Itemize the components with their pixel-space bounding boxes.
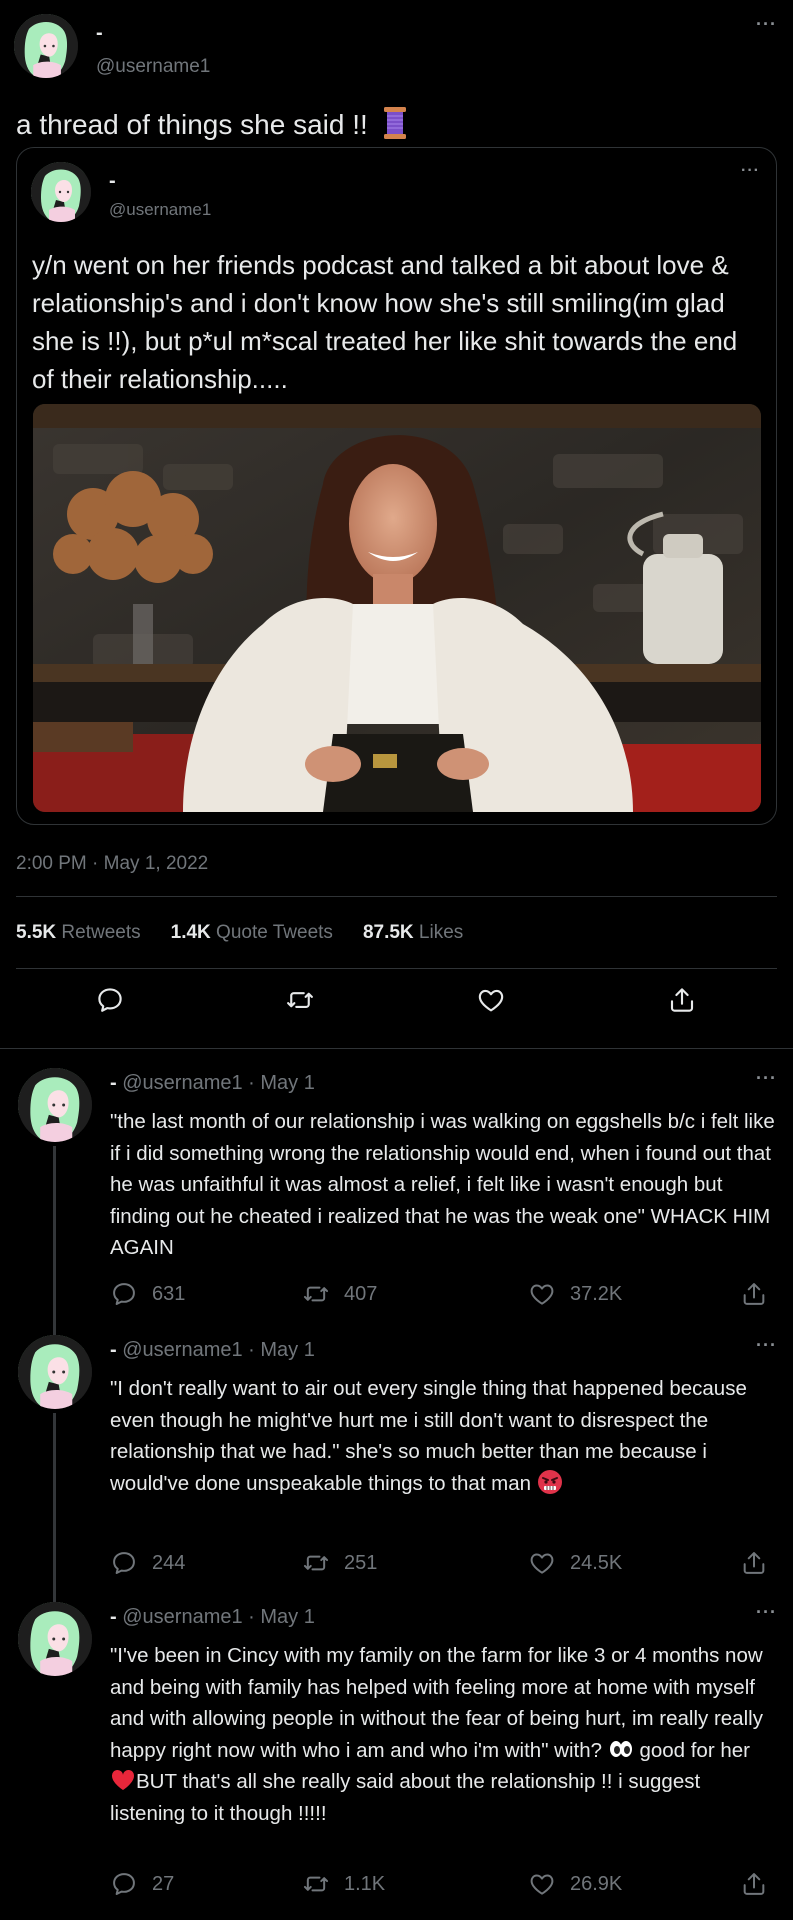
reply-count: 631 (152, 1282, 186, 1305)
spool-emoji (382, 106, 408, 140)
retweets-label: Retweets (61, 922, 141, 943)
red-heart-emoji (110, 1767, 136, 1793)
more-icon[interactable]: ··· (756, 14, 777, 35)
reply-text-content: "I don't really want to air out every si… (110, 1377, 747, 1495)
reply-icon (110, 1280, 138, 1308)
like-count: 26.9K (570, 1872, 623, 1895)
reply-button[interactable]: 27 (110, 1870, 174, 1898)
quote-photo[interactable] (33, 404, 761, 812)
reply-actions: 27 1.1K 26.9K (110, 1870, 780, 1904)
more-icon[interactable]: ··· (756, 1602, 777, 1623)
reply-button[interactable]: 244 (110, 1549, 185, 1577)
tweet-text-content: a thread of things she said !! (16, 109, 368, 140)
like-button[interactable]: 24.5K (528, 1549, 622, 1577)
reply-avatar[interactable] (18, 1335, 92, 1409)
retweet-icon (302, 1549, 330, 1577)
reply-avatar[interactable] (18, 1068, 92, 1142)
quote-author-handle[interactable]: @username1 (109, 200, 211, 220)
main-author-avatar[interactable] (14, 14, 78, 78)
share-icon (740, 1549, 768, 1577)
like-count: 37.2K (570, 1282, 623, 1305)
reply-icon[interactable] (95, 985, 125, 1015)
tweet-text: a thread of things she said !! (16, 106, 408, 141)
likes-count: 87.5K (362, 922, 414, 943)
share-button[interactable] (740, 1870, 782, 1898)
like-button[interactable]: 26.9K (528, 1870, 622, 1898)
quote-author-avatar[interactable] (31, 162, 91, 222)
thread-line (53, 1146, 56, 1344)
reply-tweet[interactable]: - @username1 · May 1 ··· "I don't really… (0, 1335, 793, 1611)
main-author-handle[interactable]: @username1 (96, 56, 210, 78)
retweet-button[interactable]: 251 (302, 1549, 377, 1577)
divider (16, 896, 777, 897)
reply-handle-date[interactable]: @username1 · May 1 (122, 1072, 315, 1094)
quotes-stat[interactable]: 1.4K Quote Tweets (171, 922, 333, 944)
retweet-button[interactable]: 407 (302, 1280, 377, 1308)
divider (0, 1048, 793, 1049)
quote-text: y/n went on her friends podcast and talk… (32, 250, 738, 394)
retweet-icon (302, 1280, 330, 1308)
like-icon (528, 1280, 556, 1308)
tweet-timestamp[interactable]: 2:00 PM · May 1, 2022 (16, 853, 208, 875)
divider (16, 968, 777, 969)
reply-author-name[interactable]: - (110, 1339, 117, 1361)
reply-header: - @username1 · May 1 (110, 1072, 315, 1095)
reply-tweet[interactable]: - @username1 · May 1 ··· "I've been in C… (0, 1602, 793, 1920)
quote-author-name[interactable]: - (109, 170, 116, 193)
tweet-stats: 5.5K Retweets 1.4K Quote Tweets 87.5K Li… (16, 922, 463, 944)
quotes-count: 1.4K (170, 922, 211, 943)
reply-actions: 244 251 24.5K (110, 1549, 780, 1583)
reply-header: - @username1 · May 1 (110, 1606, 315, 1629)
eyes-emoji (608, 1736, 634, 1762)
retweet-count: 251 (344, 1551, 378, 1574)
likes-stat[interactable]: 87.5K Likes (363, 922, 463, 944)
like-button[interactable]: 37.2K (528, 1280, 622, 1308)
retweet-button[interactable]: 1.1K (302, 1870, 385, 1898)
reply-text-part: good for her (639, 1738, 750, 1762)
share-button[interactable] (740, 1280, 782, 1308)
retweet-icon[interactable] (285, 985, 315, 1015)
reply-button[interactable]: 631 (110, 1280, 185, 1308)
reply-count: 27 (152, 1872, 175, 1895)
likes-label: Likes (418, 922, 464, 943)
reply-handle-date[interactable]: @username1 · May 1 (122, 1339, 315, 1361)
reply-text: "I don't really want to air out every si… (110, 1373, 780, 1499)
thread-line (53, 1413, 56, 1611)
quotes-label: Quote Tweets (216, 922, 333, 943)
reply-author-name[interactable]: - (110, 1072, 117, 1094)
retweet-count: 1.1K (344, 1872, 386, 1895)
reply-text: "I've been in Cincy with my family on th… (110, 1640, 780, 1829)
retweet-count: 407 (344, 1282, 378, 1305)
share-button[interactable] (740, 1549, 782, 1577)
angry-emoji (537, 1469, 563, 1495)
like-count: 24.5K (570, 1551, 623, 1574)
quoted-tweet[interactable]: - @username1 ··· y/n went on her friends… (16, 147, 777, 825)
reply-avatar[interactable] (18, 1602, 92, 1676)
reply-text: "the last month of our relationship i wa… (110, 1110, 775, 1259)
reply-actions: 631 407 37.2K (110, 1280, 780, 1314)
reply-header: - @username1 · May 1 (110, 1339, 315, 1362)
retweet-icon (302, 1870, 330, 1898)
share-icon[interactable] (667, 985, 697, 1015)
reply-tweet[interactable]: - @username1 · May 1 ··· "the last month… (0, 1068, 793, 1344)
like-icon (528, 1870, 556, 1898)
quote-more-icon[interactable]: ··· (741, 162, 760, 180)
reply-author-name[interactable]: - (110, 1606, 117, 1628)
share-icon (740, 1870, 768, 1898)
retweets-stat[interactable]: 5.5K Retweets (16, 922, 141, 944)
more-icon[interactable]: ··· (756, 1335, 777, 1356)
like-icon (528, 1549, 556, 1577)
reply-icon (110, 1870, 138, 1898)
share-icon (740, 1280, 768, 1308)
like-icon[interactable] (476, 985, 506, 1015)
reply-icon (110, 1549, 138, 1577)
retweets-count: 5.5K (16, 922, 57, 943)
reply-count: 244 (152, 1551, 186, 1574)
main-author-name[interactable]: - (96, 22, 103, 45)
reply-text-part: BUT that's all she really said about the… (110, 1770, 701, 1825)
more-icon[interactable]: ··· (756, 1068, 777, 1089)
main-tweet-actions (0, 985, 793, 1025)
reply-handle-date[interactable]: @username1 · May 1 (122, 1606, 315, 1628)
